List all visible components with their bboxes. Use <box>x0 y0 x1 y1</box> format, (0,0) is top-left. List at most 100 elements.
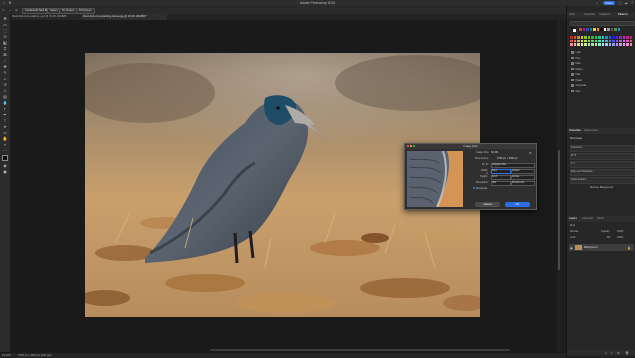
pen-tool-icon[interactable]: ✒ <box>2 112 8 117</box>
resample-checkbox[interactable] <box>473 186 475 189</box>
foreground-color-swatch[interactable] <box>2 155 8 161</box>
palette-swatch[interactable] <box>584 43 587 46</box>
share-button[interactable]: Share <box>603 0 615 6</box>
palette-swatch[interactable] <box>629 36 633 39</box>
palette-swatch[interactable] <box>626 43 629 46</box>
palette-swatch[interactable] <box>622 39 626 43</box>
palette-swatch[interactable] <box>615 43 619 46</box>
position-fields[interactable]: X Y <box>570 161 635 168</box>
screen-mode-icon[interactable]: ▣ <box>2 169 8 174</box>
tab-properties[interactable]: Properties <box>569 128 581 134</box>
gear-icon[interactable]: ⚙ <box>529 151 532 155</box>
palette-swatch[interactable] <box>598 43 601 46</box>
cancel-button[interactable]: Cancel <box>475 201 500 207</box>
palette-swatch[interactable] <box>577 43 580 46</box>
swatch-group-folder[interactable]: Grayscale <box>571 84 631 88</box>
palette-swatch[interactable] <box>615 36 619 39</box>
tab-paths[interactable]: Paths <box>597 216 604 222</box>
quick-mask-icon[interactable]: ◉ <box>2 163 8 168</box>
maximize-icon[interactable] <box>413 145 415 147</box>
palette-swatch[interactable] <box>591 36 594 39</box>
eyedropper-tool-icon[interactable]: ⁄ <box>2 58 8 63</box>
layer-row-background[interactable]: ◉ Background 🔒 <box>569 244 634 251</box>
layer-filter-kind[interactable]: Kind <box>570 224 633 229</box>
remove-background-note[interactable]: Remove Background <box>570 186 633 191</box>
dodge-tool-icon[interactable]: ◐ <box>2 106 8 111</box>
palette-swatch[interactable] <box>629 43 633 46</box>
tab-adjustments[interactable]: Adjustments <box>584 128 598 134</box>
palette-swatch[interactable] <box>608 39 612 43</box>
rectangle-tool-icon[interactable]: ▭ <box>2 130 8 135</box>
transform-section[interactable]: Transform <box>570 145 635 152</box>
swatch-group-folder[interactable]: Pastel <box>571 79 631 83</box>
palette-swatch[interactable] <box>594 36 598 39</box>
recent-swatch[interactable] <box>582 28 586 31</box>
palette-swatch[interactable] <box>608 36 612 39</box>
zoom-tool-icon[interactable]: ⌕ <box>2 142 8 147</box>
recent-swatch[interactable] <box>610 28 614 31</box>
zoom-level[interactable]: 33.33% <box>2 354 11 357</box>
path-selection-tool-icon[interactable]: ➤ <box>2 124 8 129</box>
recent-swatch[interactable] <box>617 28 621 31</box>
eye-icon[interactable]: ◉ <box>570 246 573 250</box>
recent-swatch[interactable] <box>579 28 582 31</box>
swatch-group-folder[interactable]: Light <box>571 51 631 55</box>
tool-preset-icon[interactable]: ⌂ <box>2 7 6 12</box>
move-tool-icon[interactable]: ✥ <box>2 16 8 21</box>
tab-patterns[interactable]: Patterns <box>618 12 628 18</box>
palette-swatch[interactable] <box>587 39 591 43</box>
recent-swatch[interactable] <box>607 28 610 31</box>
recent-swatch[interactable] <box>603 28 607 31</box>
palette-swatch[interactable] <box>580 43 584 46</box>
palette-swatch[interactable] <box>570 36 573 39</box>
tab-color[interactable]: Color <box>569 12 575 18</box>
cloud-icon[interactable]: ☁ <box>624 1 628 5</box>
swatch-group-folder[interactable]: Web <box>571 90 631 94</box>
blend-mode-select[interactable]: Normal <box>570 230 592 235</box>
blur-tool-icon[interactable]: 💧 <box>2 100 8 105</box>
fx-icon[interactable]: ƒ <box>611 351 613 355</box>
palette-swatch[interactable] <box>605 36 608 39</box>
palette-swatch[interactable] <box>591 39 594 43</box>
ok-button[interactable]: OK <box>505 201 530 207</box>
recent-swatch[interactable] <box>614 28 617 31</box>
tab-layers[interactable]: Layers <box>569 216 577 222</box>
palette-swatch[interactable] <box>601 39 605 43</box>
palette-swatch[interactable] <box>598 36 601 39</box>
background-swatch[interactable] <box>572 28 576 32</box>
recent-swatch[interactable] <box>586 28 589 31</box>
hand-tool-icon[interactable]: ✋ <box>2 136 8 141</box>
palette-swatch[interactable] <box>601 36 605 39</box>
vertical-scrollbar-thumb[interactable] <box>557 150 560 270</box>
healing-brush-tool-icon[interactable]: ✚ <box>2 64 8 69</box>
quick-actions-section[interactable]: Quick Actions <box>570 177 635 184</box>
target-icon[interactable]: ◎ <box>15 8 18 12</box>
palette-swatch[interactable] <box>570 43 573 46</box>
palette-swatch[interactable] <box>587 36 591 39</box>
recent-swatch[interactable] <box>596 28 600 31</box>
horizontal-scrollbar[interactable] <box>210 349 510 351</box>
palette-swatch[interactable] <box>591 43 594 46</box>
palette-swatch[interactable] <box>573 39 577 43</box>
palette-swatch[interactable] <box>626 39 629 43</box>
palette-swatch[interactable] <box>612 36 615 39</box>
tab-channels[interactable]: Channels <box>582 216 593 222</box>
frame-tool-icon[interactable]: ⊠ <box>2 52 8 57</box>
palette-swatch[interactable] <box>580 39 584 43</box>
palette-swatch[interactable] <box>605 43 608 46</box>
palette-swatch[interactable] <box>598 39 601 43</box>
palette-swatch[interactable] <box>608 43 612 46</box>
palette-swatch[interactable] <box>619 36 622 39</box>
link-layers-icon[interactable]: ∞ <box>605 351 607 355</box>
swatch-group-folder[interactable]: Darker <box>571 68 631 72</box>
palette-swatch[interactable] <box>577 39 580 43</box>
dialog-preview[interactable] <box>407 151 463 207</box>
minimize-icon[interactable] <box>410 145 412 147</box>
brush-tool-icon[interactable]: ✎ <box>2 70 8 75</box>
recent-swatch[interactable] <box>589 28 593 31</box>
search-icon[interactable]: ⌕ <box>595 1 599 5</box>
help-icon[interactable]: ? <box>630 1 634 5</box>
close-icon[interactable] <box>407 145 409 147</box>
object-selection-tool-icon[interactable]: ⬕ <box>2 40 8 45</box>
palette-swatch[interactable] <box>584 39 587 43</box>
